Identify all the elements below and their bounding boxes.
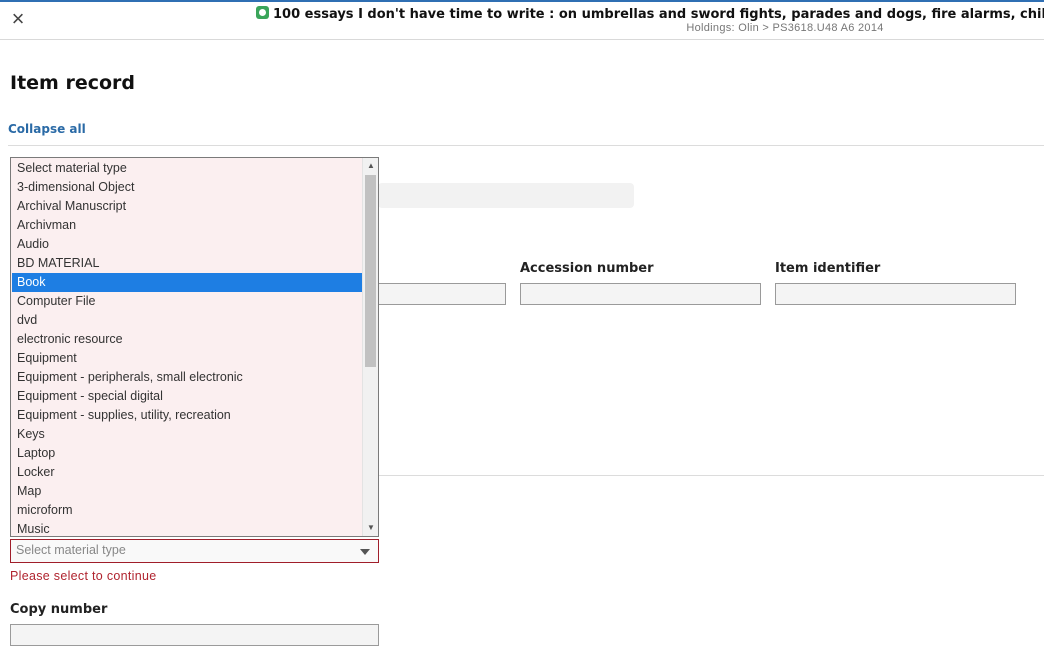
divider — [378, 475, 1044, 476]
collapse-all-link[interactable]: Collapse all — [8, 122, 86, 136]
material-type-option[interactable]: Map — [12, 482, 362, 501]
material-type-option[interactable]: electronic resource — [12, 330, 362, 349]
material-type-option[interactable]: Equipment - special digital — [12, 387, 362, 406]
divider — [8, 145, 1044, 146]
scroll-down-icon[interactable]: ▼ — [363, 520, 378, 536]
scrollbar-thumb[interactable] — [365, 175, 376, 367]
material-type-option[interactable]: BD MATERIAL — [12, 254, 362, 273]
material-type-option[interactable]: dvd — [12, 311, 362, 330]
material-type-option[interactable]: Equipment — [12, 349, 362, 368]
material-type-option[interactable]: Book — [12, 273, 362, 292]
material-type-option[interactable]: Keys — [12, 425, 362, 444]
material-type-option[interactable]: 3-dimensional Object — [12, 178, 362, 197]
material-type-option[interactable]: Archival Manuscript — [12, 197, 362, 216]
item-identifier-label: Item identifier — [775, 261, 881, 276]
close-icon[interactable]: × — [8, 8, 28, 30]
material-type-option[interactable]: Equipment - supplies, utility, recreatio… — [12, 406, 362, 425]
status-icon — [256, 6, 269, 19]
accession-number-input[interactable] — [520, 283, 761, 305]
material-type-option[interactable]: Equipment - peripherals, small electroni… — [12, 368, 362, 387]
material-type-select-value: Select material type — [16, 543, 126, 557]
material-type-option[interactable]: Audio — [12, 235, 362, 254]
dropdown-scrollbar[interactable]: ▲ ▼ — [362, 158, 378, 536]
material-type-option[interactable]: Select material type — [12, 159, 362, 178]
page-title: Item record — [10, 72, 135, 94]
material-type-option[interactable]: microform — [12, 501, 362, 520]
hidden-field-background — [378, 183, 634, 208]
copy-number-input[interactable] — [10, 624, 379, 646]
material-type-dropdown-list[interactable]: Select material type 3-dimensional Object… — [10, 157, 379, 537]
record-title: 100 essays I don't have time to write : … — [273, 7, 1044, 22]
material-type-select[interactable]: Select material type — [10, 539, 379, 563]
material-type-option[interactable]: Locker — [12, 463, 362, 482]
copy-number-label: Copy number — [10, 602, 108, 617]
material-type-option[interactable]: Laptop — [12, 444, 362, 463]
chevron-down-icon — [360, 549, 370, 555]
item-identifier-input[interactable] — [775, 283, 1016, 305]
barcode-input[interactable] — [378, 283, 506, 305]
material-type-error: Please select to continue — [10, 569, 157, 583]
material-type-option[interactable]: Music — [12, 520, 362, 536]
record-header: × 100 essays I don't have time to write … — [0, 0, 1044, 40]
accession-number-label: Accession number — [520, 261, 654, 276]
record-title-row: 100 essays I don't have time to write : … — [256, 5, 1044, 23]
material-type-option[interactable]: Archivman — [12, 216, 362, 235]
material-type-option[interactable]: Computer File — [12, 292, 362, 311]
scroll-up-icon[interactable]: ▲ — [363, 158, 378, 174]
holdings-path: Holdings: Olin > PS3618.U48 A6 2014 — [686, 22, 884, 34]
